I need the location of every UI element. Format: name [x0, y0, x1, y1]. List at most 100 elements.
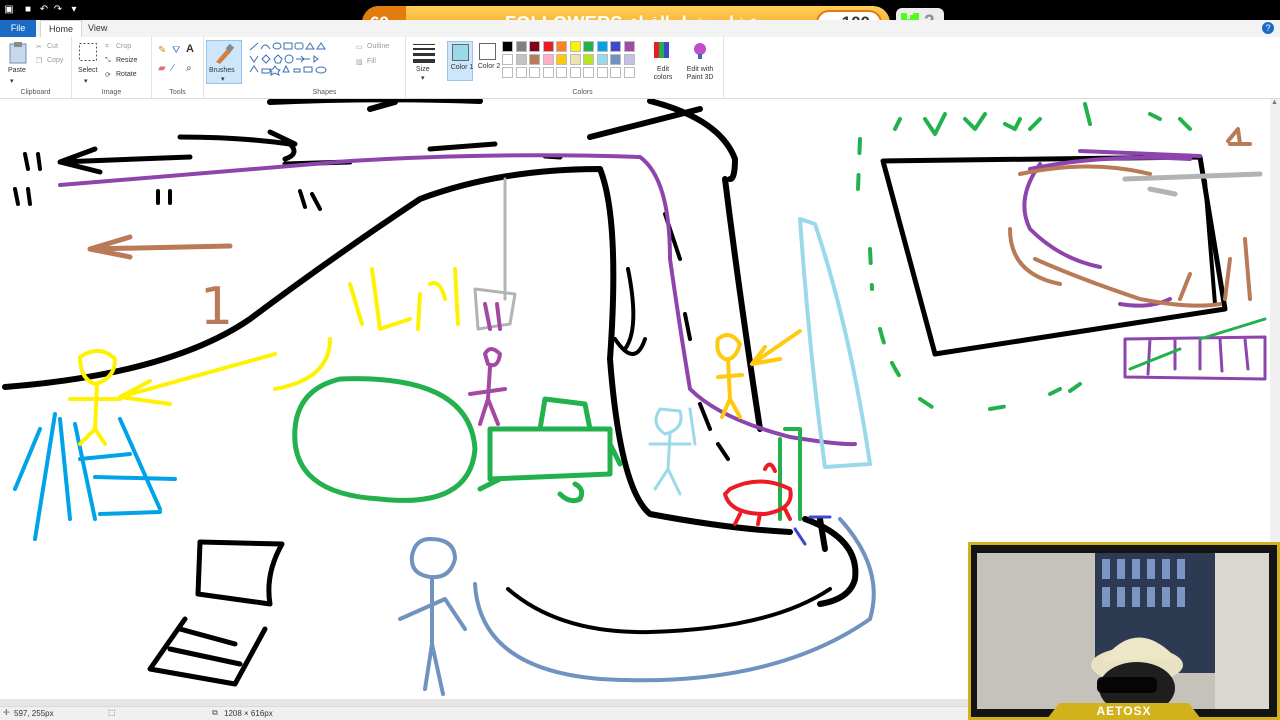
palette-swatch[interactable] — [583, 54, 594, 65]
pencil-icon[interactable]: ✎ — [158, 45, 166, 56]
image-group: Select ▾ ⌗ Crop ⤡ Resize ⟳ Rotate Image — [72, 37, 152, 99]
text-tool-icon[interactable]: A — [186, 43, 194, 55]
stroke-steelblue-person — [398, 537, 467, 696]
help-icon[interactable]: ? — [1262, 22, 1274, 34]
palette-swatch[interactable] — [596, 41, 608, 52]
brushes-button[interactable]: Brushes ▾ — [206, 40, 242, 84]
palette-swatch[interactable] — [542, 54, 554, 65]
palette-swatch-empty[interactable] — [610, 67, 621, 78]
color2-button[interactable]: Color 2 — [475, 41, 501, 81]
palette-swatch-empty[interactable] — [529, 67, 540, 78]
palette-swatch[interactable] — [556, 41, 567, 52]
palette-swatch[interactable] — [542, 41, 554, 52]
fill-button[interactable]: Fill — [367, 58, 376, 65]
palette-swatch[interactable] — [515, 41, 527, 52]
color2-swatch — [479, 43, 496, 60]
crop-button[interactable]: Crop — [116, 43, 131, 50]
palette-swatch-empty[interactable] — [515, 67, 527, 78]
cursor-position: 597, 255px — [14, 709, 54, 718]
colors-group-label: Colors — [572, 89, 593, 96]
shapes-gallery[interactable] — [248, 41, 348, 83]
palette-swatch[interactable] — [569, 41, 581, 52]
palette-swatch[interactable] — [502, 41, 513, 52]
palette-swatch[interactable] — [515, 54, 527, 65]
undo-icon[interactable]: ↶ — [38, 4, 50, 16]
edit-with-paint3d-button[interactable]: Edit with Paint 3D — [680, 66, 720, 82]
palette-swatch-empty[interactable] — [583, 67, 594, 78]
palette-swatch-empty[interactable] — [556, 67, 567, 78]
stroke-grey-right — [1122, 171, 1263, 197]
image-size-icon: ⧉ — [212, 708, 218, 717]
tab-file[interactable]: File — [0, 20, 36, 37]
redo-icon[interactable]: ↷ — [52, 4, 64, 16]
save-icon[interactable]: ■ — [22, 4, 34, 16]
palette-swatch-empty[interactable] — [596, 67, 608, 78]
palette-swatch-empty[interactable] — [569, 67, 581, 78]
palette-swatch[interactable] — [529, 41, 540, 52]
paste-icon[interactable] — [8, 41, 28, 65]
streamer-name: AETOSX — [1096, 704, 1152, 718]
edit-colors-icon[interactable] — [653, 41, 671, 59]
palette-swatch[interactable] — [583, 41, 594, 52]
resize-button[interactable]: Resize — [116, 57, 137, 64]
image-group-label: Image — [101, 89, 122, 96]
brushes-label: Brushes — [209, 67, 235, 74]
cut-icon[interactable]: ✂ — [36, 43, 42, 51]
rotate-button[interactable]: Rotate — [116, 71, 137, 78]
size-label: Size — [416, 66, 430, 73]
select-dropdown-icon[interactable]: ▾ — [84, 77, 88, 85]
paste-button[interactable]: Paste — [8, 67, 26, 74]
stroke-lightblue-tower — [798, 217, 872, 469]
palette-swatch-empty[interactable] — [623, 67, 635, 78]
edit-colors-button[interactable]: Edit colors — [651, 66, 675, 82]
palette-swatch[interactable] — [596, 54, 608, 65]
palette-swatch[interactable] — [610, 41, 621, 52]
palette-swatch[interactable] — [556, 54, 567, 65]
brush-icon — [216, 43, 235, 64]
copy-icon[interactable]: ❐ — [36, 57, 42, 65]
palette-swatch-empty[interactable] — [542, 67, 554, 78]
stroke-green-marks-top — [893, 102, 1192, 136]
scroll-up-icon[interactable]: ▲ — [1271, 99, 1278, 106]
color1-button[interactable]: Color 1 — [447, 41, 473, 81]
clipboard-group-label: Clipboard — [20, 89, 51, 96]
fill-icon[interactable]: ▨ — [356, 58, 363, 66]
brushes-dropdown-icon: ▾ — [221, 76, 225, 83]
stroke-black-box-right — [880, 154, 1228, 357]
paint-window: ▣ ■ ↶ ↷ ▾ 69 FOLLOWERS عشان نشيل القناع … — [0, 0, 1280, 720]
tab-view[interactable]: View — [80, 20, 115, 37]
cursor-position-icon: ✛ — [3, 708, 10, 717]
rotate-icon[interactable]: ⟳ — [105, 71, 111, 79]
stroke-road-arrow-down — [613, 267, 647, 356]
quick-access-dropdown-icon[interactable]: ▾ — [68, 4, 80, 16]
palette-swatch[interactable] — [502, 54, 513, 65]
select-icon[interactable] — [78, 42, 98, 62]
tab-home[interactable]: Home — [40, 20, 83, 37]
magnifier-icon[interactable]: ⌕ — [186, 63, 192, 74]
fill-bucket-icon[interactable]: ⛛ — [172, 45, 180, 56]
stroke-green-dashed-left — [856, 137, 1082, 411]
palette-swatch[interactable] — [529, 54, 540, 65]
size-button[interactable]: Size ▾ — [408, 37, 442, 99]
clipboard-group: Paste ▾ ✂ Cut ❐ Copy Clipboard — [0, 37, 72, 99]
palette-swatch[interactable] — [623, 54, 635, 65]
resize-icon[interactable]: ⤡ — [105, 57, 111, 65]
stroke-green-oval — [292, 376, 478, 503]
palette-swatch[interactable] — [610, 54, 621, 65]
color-picker-icon[interactable]: ⁄ — [172, 63, 174, 74]
stroke-top-black — [267, 99, 483, 112]
crop-icon[interactable]: ⌗ — [105, 43, 109, 51]
palette-swatch-empty[interactable] — [502, 67, 513, 78]
shapes-group-label: Shapes — [312, 89, 337, 96]
eraser-icon[interactable]: ▰ — [158, 63, 166, 74]
paint3d-icon[interactable] — [691, 41, 709, 59]
palette-swatch[interactable] — [623, 41, 635, 52]
outline-icon[interactable]: ▭ — [356, 43, 363, 51]
copy-button[interactable]: Copy — [47, 57, 63, 64]
webcam-name-plate: AETOSX — [1047, 703, 1201, 719]
paste-dropdown-icon[interactable]: ▾ — [10, 77, 14, 85]
palette-swatch[interactable] — [569, 54, 581, 65]
outline-button[interactable]: Outline — [367, 43, 389, 50]
select-button[interactable]: Select — [78, 67, 97, 74]
cut-button[interactable]: Cut — [47, 43, 58, 50]
